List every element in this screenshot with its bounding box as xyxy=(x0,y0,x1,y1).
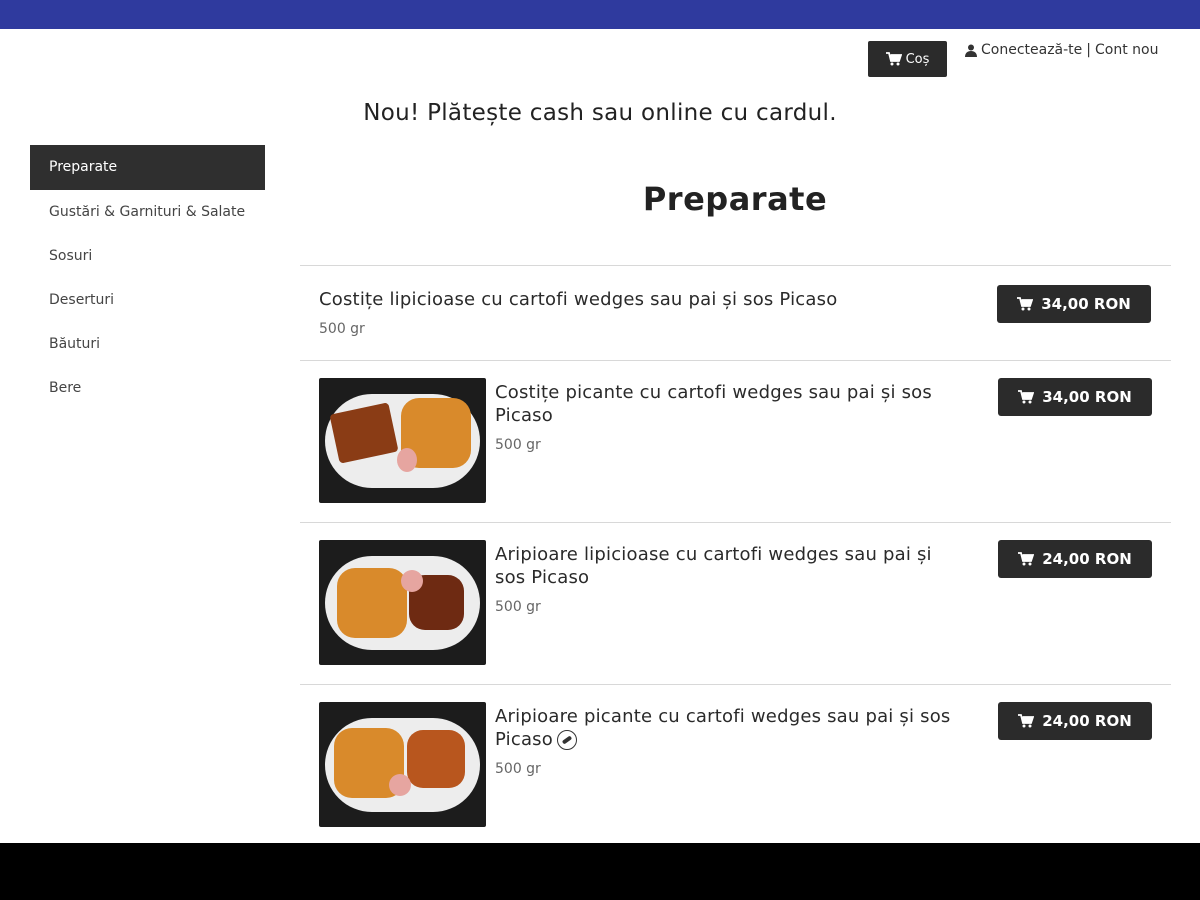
sidebar-item-bauturi[interactable]: Băuturi xyxy=(30,322,265,366)
food-photo[interactable] xyxy=(319,540,486,665)
sidebar-item-sosuri[interactable]: Sosuri xyxy=(30,234,265,278)
bottom-bar xyxy=(0,843,1200,900)
item-name: Costițe lipicioase cu cartofi wedges sau… xyxy=(319,289,838,310)
food-photo[interactable] xyxy=(319,378,486,503)
shopping-cart-icon xyxy=(1018,552,1035,566)
add-to-cart-button[interactable]: 24,00 RON xyxy=(998,702,1152,740)
price-label: 34,00 RON xyxy=(1041,295,1131,313)
sidebar-item-preparate[interactable]: Preparate xyxy=(30,145,265,190)
add-to-cart-button[interactable]: 34,00 RON xyxy=(997,285,1151,323)
category-sidebar: Preparate Gustări & Garnituri & Salate S… xyxy=(30,145,265,410)
shopping-cart-icon xyxy=(1018,714,1035,728)
item-weight: 500 gr xyxy=(495,437,541,453)
price-label: 34,00 RON xyxy=(1042,388,1132,406)
item-name: Costițe picante cu cartofi wedges sau pa… xyxy=(495,382,932,426)
account-separator: | xyxy=(1086,42,1092,58)
menu-item: Costițe lipicioase cu cartofi wedges sau… xyxy=(300,265,1171,360)
chili-pepper-icon xyxy=(556,730,577,750)
sidebar-item-deserturi[interactable]: Deserturi xyxy=(30,278,265,322)
menu-item: Aripioare lipicioase cu cartofi wedges s… xyxy=(300,522,1171,684)
menu-item: Aripioare picante cu cartofi wedges sau … xyxy=(300,684,1171,844)
user-icon xyxy=(965,44,977,57)
menu-list: Costițe lipicioase cu cartofi wedges sau… xyxy=(300,265,1171,844)
register-link[interactable]: Cont nou xyxy=(1095,42,1158,58)
shopping-cart-icon xyxy=(1018,390,1035,404)
menu-item: Costițe picante cu cartofi wedges sau pa… xyxy=(300,360,1171,522)
sidebar-item-gustari[interactable]: Gustări & Garnituri & Salate xyxy=(30,190,265,234)
top-bar xyxy=(0,0,1200,29)
cart-label: Coș xyxy=(905,51,930,67)
price-label: 24,00 RON xyxy=(1042,550,1132,568)
account-links: Conectează-te | Cont nou xyxy=(965,42,1158,58)
promo-banner: Nou! Plătește cash sau online cu cardul. xyxy=(363,100,837,126)
section-title: Preparate xyxy=(642,180,828,218)
item-weight: 500 gr xyxy=(495,761,541,777)
item-weight: 500 gr xyxy=(495,599,541,615)
item-name: Aripioare picante cu cartofi wedges sau … xyxy=(495,705,975,751)
item-name: Aripioare lipicioase cu cartofi wedges s… xyxy=(495,544,932,588)
shopping-cart-icon xyxy=(1017,297,1034,311)
sidebar-item-bere[interactable]: Bere xyxy=(30,366,265,410)
login-link[interactable]: Conectează-te xyxy=(981,42,1082,58)
cart-button[interactable]: Coș xyxy=(868,41,947,77)
add-to-cart-button[interactable]: 34,00 RON xyxy=(998,378,1152,416)
food-photo[interactable] xyxy=(319,702,486,827)
add-to-cart-button[interactable]: 24,00 RON xyxy=(998,540,1152,578)
price-label: 24,00 RON xyxy=(1042,712,1132,730)
shopping-cart-icon xyxy=(885,52,902,66)
item-weight: 500 gr xyxy=(319,321,365,337)
